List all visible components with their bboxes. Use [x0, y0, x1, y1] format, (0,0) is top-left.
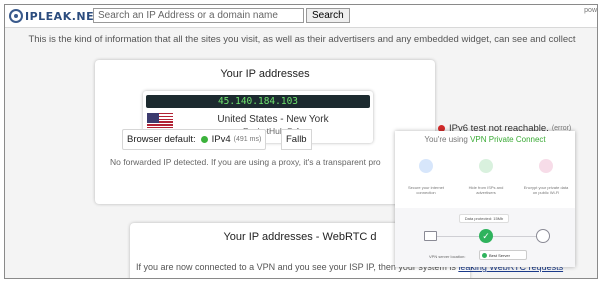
lock-icon: [539, 159, 553, 173]
wifi-icon: [419, 159, 433, 173]
hide-icon: [479, 159, 493, 173]
logo-globe-icon: [9, 9, 23, 23]
site-logo[interactable]: IPLEAK.NET: [9, 8, 102, 24]
feature-secure: Secure your internet connection: [401, 159, 451, 195]
ad-headline-accent: VPN Private Connect: [470, 135, 546, 144]
logo-text: IPLEAK.NET: [25, 9, 103, 23]
feature-secure-text: Secure your internet connection: [407, 185, 445, 195]
data-protected-badge: Data protected: 15Mb: [459, 214, 509, 223]
browser-default-ms: (491 ms): [233, 136, 262, 143]
ip-location: United States - New York: [217, 114, 329, 125]
ip-panel-title: Your IP addresses: [220, 68, 310, 80]
intro-text: This is the kind of information that all…: [28, 34, 576, 45]
server-location-label: VPN server location:: [429, 254, 466, 259]
browser-default-proto: IPv4: [211, 134, 231, 145]
ad-headline: You're using VPN Private Connect: [395, 135, 575, 144]
ad-connection-panel: Data protected: 15Mb ✓ VPN server locati…: [395, 208, 575, 267]
search-button[interactable]: Search: [306, 8, 350, 23]
browser-default-box: Browser default: IPv4 (491 ms): [122, 129, 267, 150]
browser-frame: IPLEAK.NET Search pow This is the kind o…: [4, 4, 598, 279]
top-bar: IPLEAK.NET Search pow: [5, 5, 597, 28]
feature-encrypt: Encrypt your private data on public Wi-F…: [521, 159, 571, 195]
server-location-select[interactable]: Best Server: [479, 250, 527, 260]
laptop-icon: [424, 231, 437, 241]
ad-headline-prefix: You're using: [424, 135, 471, 144]
server-location-value: Best Server: [489, 252, 510, 258]
feature-hide: Hide from ISPs and advertisers: [461, 159, 511, 195]
status-ok-icon: [200, 136, 208, 143]
feature-hide-text: Hide from ISPs and advertisers: [468, 185, 504, 195]
globe-icon: [536, 229, 550, 243]
browser-default-label: Browser default:: [127, 134, 196, 145]
feature-encrypt-text: Encrypt your private data on public Wi-F…: [523, 185, 569, 195]
server-status-icon: [482, 252, 487, 258]
corner-text: pow: [584, 7, 597, 14]
fallback-box: Fallb: [281, 129, 312, 150]
no-forward-text: No forwarded IP detected. If you are usi…: [110, 157, 381, 167]
vpn-ad-popup[interactable]: You're using VPN Private Connect Secure …: [395, 131, 575, 267]
search-input[interactable]: [93, 8, 304, 23]
check-icon: ✓: [479, 229, 493, 243]
ip-address[interactable]: 45.140.184.103: [146, 95, 370, 108]
